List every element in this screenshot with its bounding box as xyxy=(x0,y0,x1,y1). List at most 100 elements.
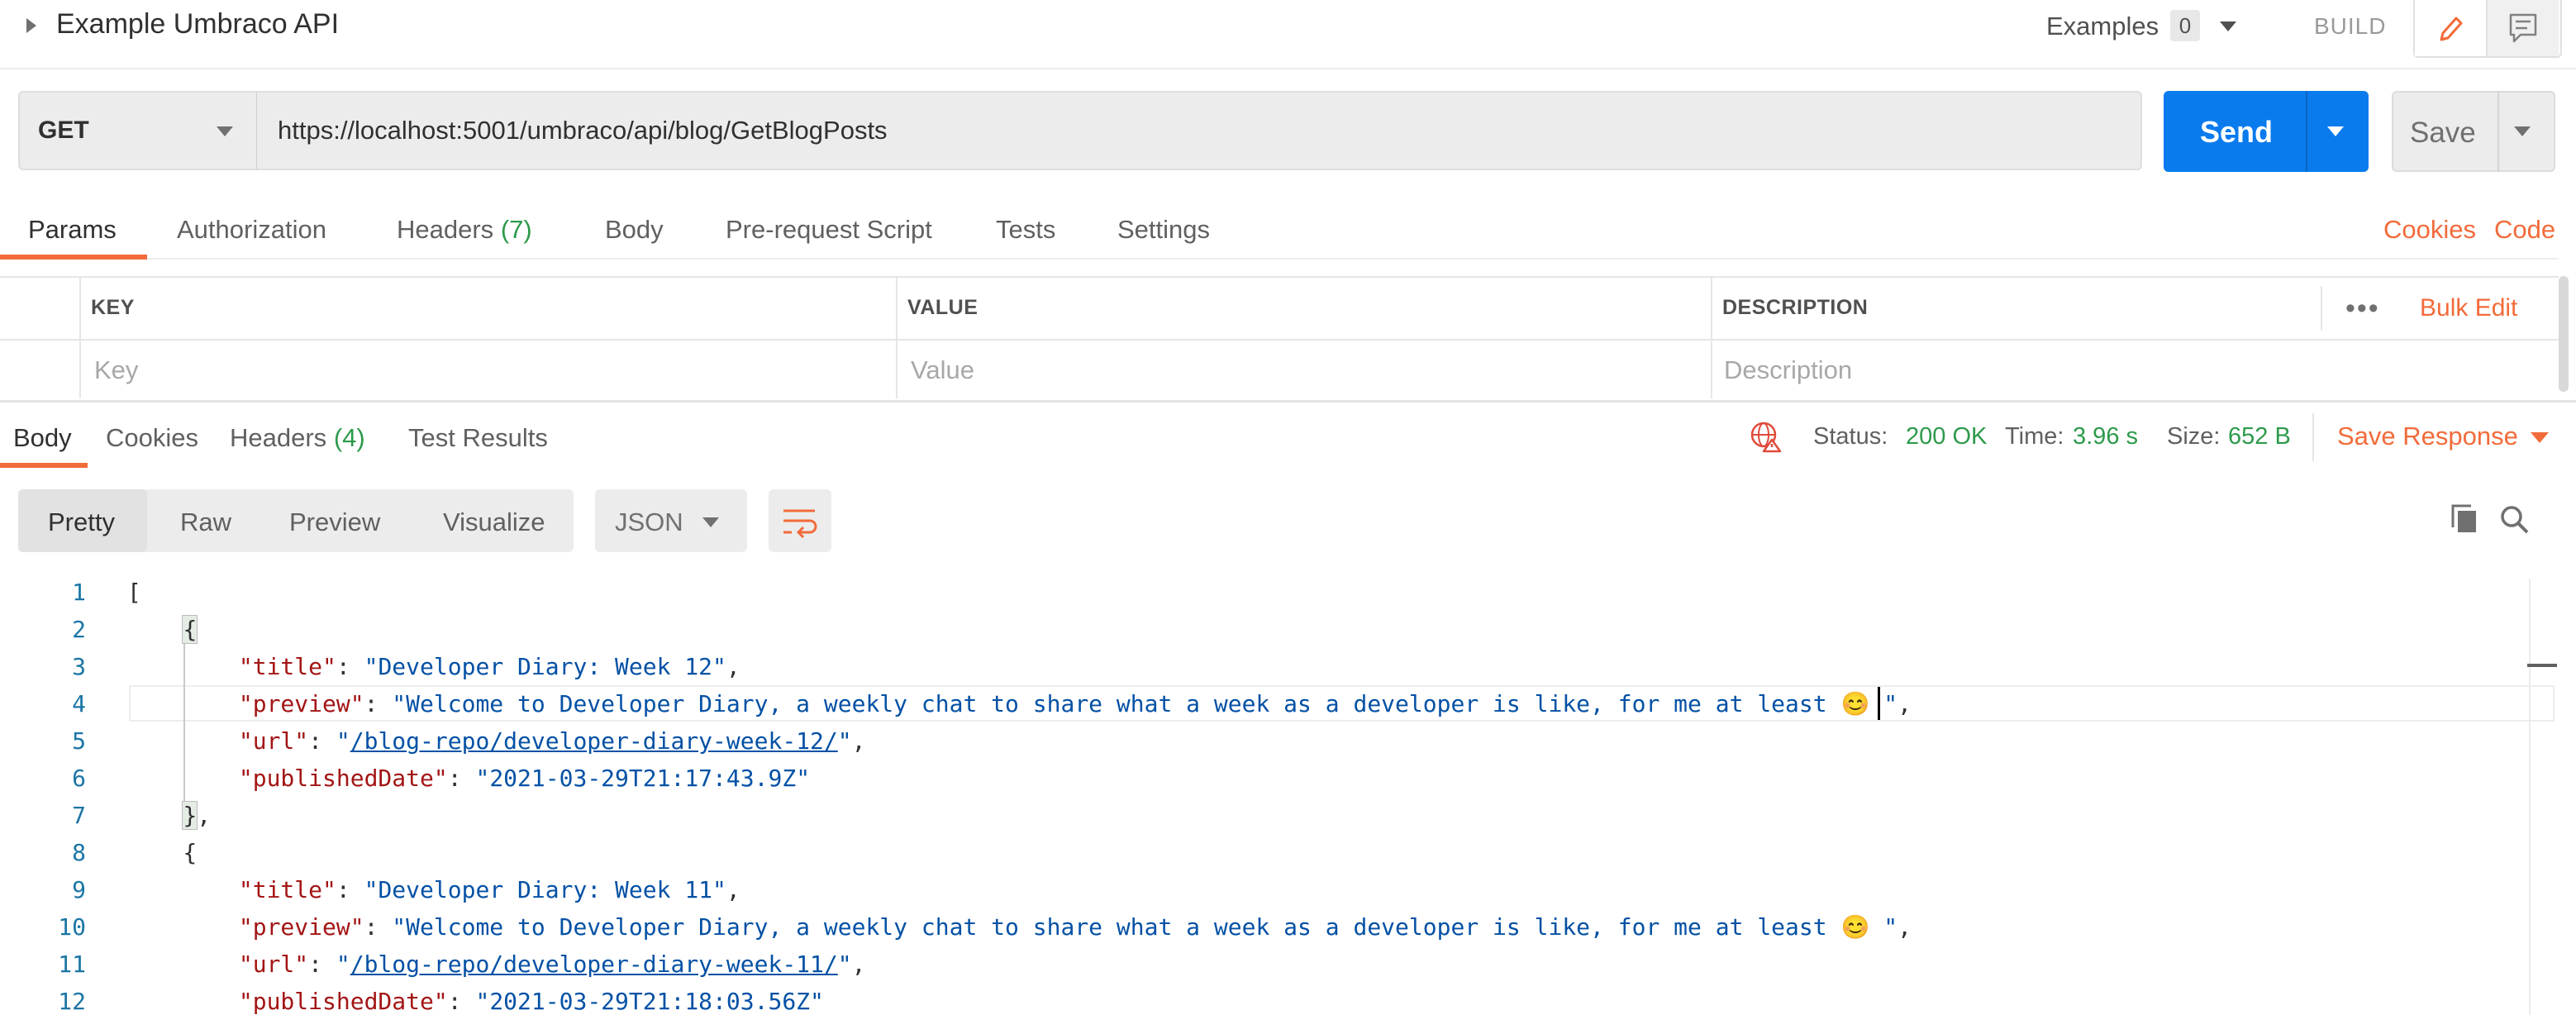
line-number: 6 xyxy=(72,765,86,792)
col-header-value: VALUE xyxy=(907,296,978,319)
code-line[interactable]: { xyxy=(127,615,198,644)
tab-settings[interactable]: Settings xyxy=(1117,215,1210,245)
line-number: 12 xyxy=(58,988,86,1015)
format-value: JSON xyxy=(615,508,683,536)
table-col-divider xyxy=(2321,286,2322,331)
code-scrollbar[interactable] xyxy=(2529,579,2531,1015)
post-title: Developer Diary: Week 11 xyxy=(378,876,713,903)
status-value[interactable]: 200 OK xyxy=(1906,423,1987,450)
save-response-dropdown-icon[interactable] xyxy=(2531,432,2549,443)
line-number: 5 xyxy=(72,727,86,755)
send-divider xyxy=(2306,91,2307,172)
save-response-button[interactable]: Save Response xyxy=(2337,422,2518,451)
size-label: Size: xyxy=(2167,423,2221,450)
text-cursor xyxy=(1878,687,1880,720)
param-key-input[interactable]: Key xyxy=(94,355,138,385)
table-col-divider xyxy=(79,276,81,398)
view-preview-button[interactable]: Preview xyxy=(289,508,380,537)
size-value[interactable]: 652 B xyxy=(2228,423,2291,450)
code-line[interactable]: }, xyxy=(127,801,211,830)
params-scrollbar[interactable] xyxy=(2559,276,2569,392)
comment-icon xyxy=(2509,13,2537,43)
post-date: 2021-03-29T21:18:03.56Z xyxy=(489,988,811,1015)
status-label: Status: xyxy=(1813,423,1888,450)
active-tab-indicator xyxy=(0,255,147,260)
comments-button[interactable] xyxy=(2488,0,2559,56)
response-tab-cookies[interactable]: Cookies xyxy=(106,423,198,453)
code-line[interactable]: "url": "/blog-repo/developer-diary-week-… xyxy=(127,951,866,978)
wrap-lines-icon xyxy=(783,509,817,539)
save-options-icon[interactable] xyxy=(2514,126,2531,136)
code-line[interactable]: "title": "Developer Diary: Week 12", xyxy=(127,653,740,680)
examples-count-badge: 0 xyxy=(2170,10,2200,41)
wrap-lines-button[interactable] xyxy=(769,489,831,552)
code-line[interactable]: "publishedDate": "2021-03-29T21:17:43.9Z… xyxy=(127,765,810,792)
code-line[interactable]: { xyxy=(127,839,197,866)
build-mode-label[interactable]: BUILD xyxy=(2314,13,2386,40)
post-preview: Welcome to Developer Diary, a weekly cha… xyxy=(406,913,1884,941)
param-description-input[interactable]: Description xyxy=(1724,355,1852,385)
line-number: 3 xyxy=(72,653,86,680)
table-top-border xyxy=(0,276,2559,278)
send-options-icon[interactable] xyxy=(2327,126,2344,136)
globe-warning-icon[interactable] xyxy=(1749,420,1782,453)
post-title: Developer Diary: Week 12 xyxy=(378,653,713,680)
post-url-link[interactable]: /blog-repo/developer-diary-week-11/ xyxy=(350,951,838,978)
code-line[interactable]: [ xyxy=(127,579,141,606)
meta-separator xyxy=(2312,413,2314,461)
time-value[interactable]: 3.96 s xyxy=(2073,423,2138,450)
line-number: 8 xyxy=(72,839,86,866)
tab-params[interactable]: Params xyxy=(28,215,117,245)
code-line[interactable]: "preview": "Welcome to Developer Diary, … xyxy=(127,913,1912,941)
response-tab-test-results[interactable]: Test Results xyxy=(408,423,548,453)
line-number: 9 xyxy=(72,876,86,903)
code-line[interactable]: "preview": "Welcome to Developer Diary, … xyxy=(127,690,1912,717)
bulk-edit-link[interactable]: Bulk Edit xyxy=(2420,294,2517,322)
view-visualize-button[interactable]: Visualize xyxy=(443,508,545,537)
line-number: 2 xyxy=(72,616,86,643)
code-link[interactable]: Code xyxy=(2494,215,2555,245)
line-number: 11 xyxy=(58,951,86,978)
tab-tests[interactable]: Tests xyxy=(996,215,1055,245)
line-number: 10 xyxy=(58,913,86,941)
post-preview: Welcome to Developer Diary, a weekly cha… xyxy=(406,690,1884,717)
pencil-icon xyxy=(2440,17,2463,41)
response-tab-headers-label: Headers xyxy=(230,423,327,452)
copy-icon[interactable] xyxy=(2448,503,2481,540)
examples-label[interactable]: Examples xyxy=(2046,12,2159,41)
tab-headers-label: Headers xyxy=(397,215,494,244)
response-tab-headers[interactable]: Headers (4) xyxy=(230,423,365,453)
method-value: GET xyxy=(38,117,89,144)
tab-prerequest-script[interactable]: Pre-request Script xyxy=(726,215,932,245)
table-col-divider xyxy=(1711,276,1712,398)
matched-brace: } xyxy=(182,801,198,830)
pane-resize-handle[interactable] xyxy=(0,400,2576,403)
response-tab-body[interactable]: Body xyxy=(13,423,72,453)
tab-headers-count: (7) xyxy=(500,215,532,244)
code-line[interactable]: "title": "Developer Diary: Week 11", xyxy=(127,876,740,903)
tabs-border xyxy=(0,258,2559,260)
view-raw-button[interactable]: Raw xyxy=(180,508,231,537)
edit-mode-button[interactable] xyxy=(2415,0,2488,56)
param-value-input[interactable]: Value xyxy=(911,355,974,385)
request-title[interactable]: Example Umbraco API xyxy=(56,8,339,41)
response-active-tab-indicator xyxy=(0,463,88,468)
tab-body[interactable]: Body xyxy=(605,215,664,245)
url-value: https://localhost:5001/umbraco/api/blog/… xyxy=(278,116,888,145)
more-options-icon[interactable]: ••• xyxy=(2345,293,2380,325)
code-line[interactable]: "url": "/blog-repo/developer-diary-week-… xyxy=(127,727,866,755)
save-divider xyxy=(2497,91,2499,172)
cookies-link[interactable]: Cookies xyxy=(2383,215,2476,245)
collapse-caret-icon[interactable] xyxy=(26,18,36,33)
response-tab-headers-count: (4) xyxy=(333,423,365,452)
code-line[interactable]: "publishedDate": "2021-03-29T21:18:03.56… xyxy=(127,988,824,1015)
examples-dropdown-icon[interactable] xyxy=(2220,21,2236,31)
col-header-key: KEY xyxy=(91,296,135,319)
tab-authorization[interactable]: Authorization xyxy=(177,215,326,245)
post-url-link[interactable]: /blog-repo/developer-diary-week-12/ xyxy=(350,727,838,755)
search-icon[interactable] xyxy=(2497,503,2531,540)
chevron-down-icon xyxy=(702,517,719,527)
view-pretty-button[interactable]: Pretty xyxy=(48,508,115,537)
table-row-border xyxy=(0,339,2559,341)
tab-headers[interactable]: Headers (7) xyxy=(397,215,532,245)
